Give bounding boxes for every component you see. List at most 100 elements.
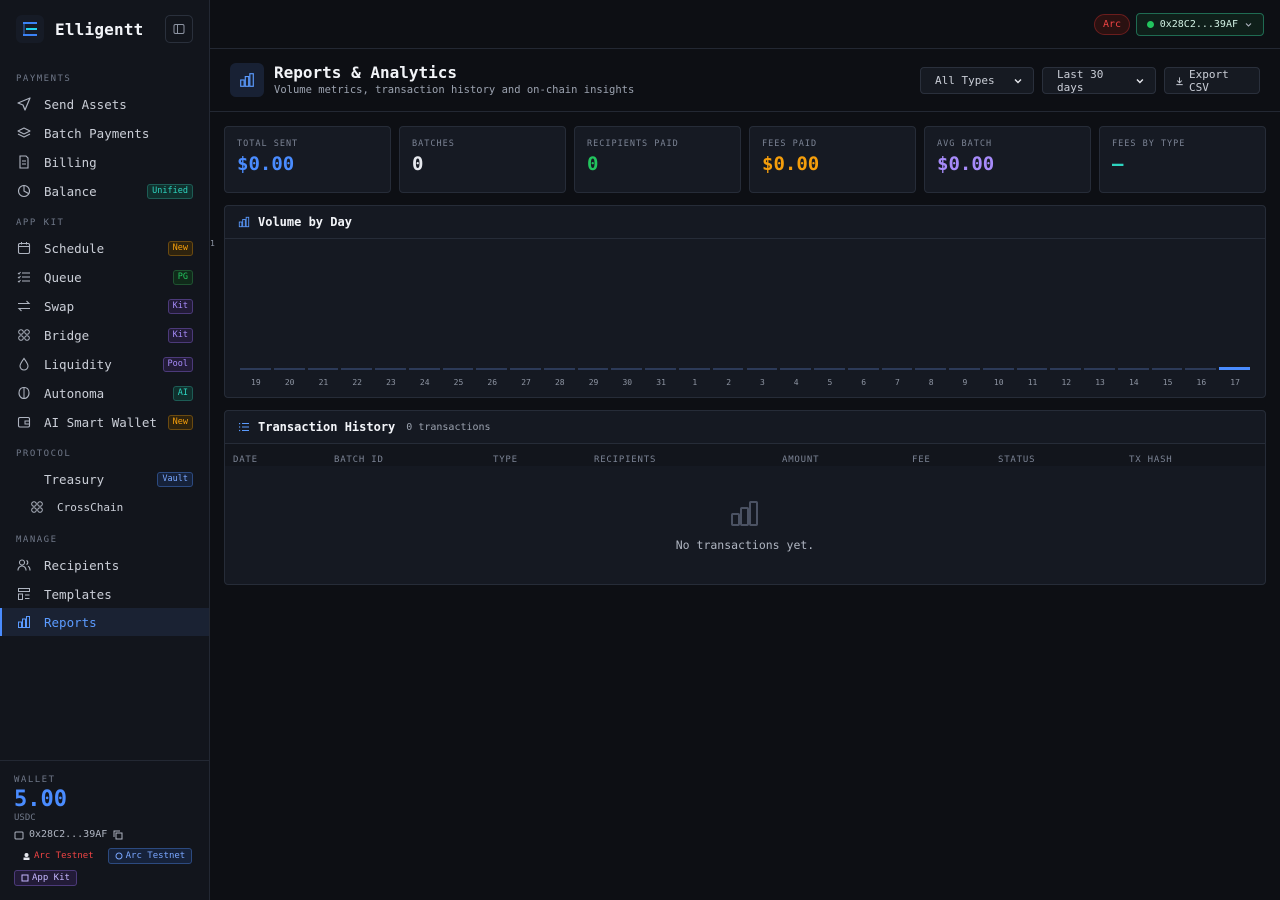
x-tick-label: 31 <box>656 378 666 387</box>
chart-bar[interactable] <box>1151 368 1183 370</box>
column-header[interactable]: BATCH ID <box>334 455 384 465</box>
copy-icon[interactable] <box>113 830 123 840</box>
chart-bar[interactable] <box>307 368 339 370</box>
chart-bar[interactable] <box>1016 368 1048 370</box>
chart-bar[interactable] <box>273 368 305 370</box>
stat-card-fees-by-type: FEES BY TYPE — <box>1099 126 1266 193</box>
chart-icon <box>17 615 31 629</box>
x-tick-label: 27 <box>521 378 531 387</box>
sidebar-item-schedule[interactable]: Schedule New <box>0 234 209 262</box>
sidebar-item-balance[interactable]: Balance Unified <box>0 177 209 205</box>
sidebar-item-label: Reports <box>44 614 97 630</box>
x-tick-label: 22 <box>352 378 362 387</box>
x-tick-label: 30 <box>622 378 633 387</box>
sidebar-item-swap[interactable]: Swap Kit <box>0 292 209 320</box>
history-count: 0 transactions <box>406 421 491 433</box>
chart-bar[interactable] <box>577 368 609 370</box>
column-header[interactable]: DATE <box>233 455 258 465</box>
sidebar-item-treasury[interactable]: Treasury Vault <box>0 465 209 493</box>
export-csv-button[interactable]: Export CSV <box>1164 67 1260 94</box>
x-tick-label: 19 <box>251 378 261 387</box>
chart-bar[interactable] <box>949 368 980 370</box>
badge-kit: Kit <box>167 327 193 343</box>
brand: Elligentt <box>0 0 209 58</box>
chart-bar[interactable] <box>847 368 879 370</box>
chart-bar[interactable] <box>510 368 541 370</box>
chart-bar[interactable] <box>1050 368 1082 370</box>
sidebar-item-crosschain[interactable]: CrossChain <box>30 497 123 517</box>
badge-ai: AI <box>172 385 193 401</box>
x-tick-label: 23 <box>386 378 396 387</box>
x-tick-label: 16 <box>1196 378 1207 387</box>
chart-bar[interactable] <box>408 368 440 370</box>
chart-bar[interactable] <box>341 368 373 370</box>
wallet-panel: WALLET 5.00 USDC 0x28C2...39AF Arc Testn… <box>0 760 209 900</box>
column-header[interactable]: TYPE <box>493 455 518 465</box>
chart-bar[interactable] <box>780 368 812 370</box>
stat-label: FEES PAID <box>762 139 818 149</box>
network-chip-arc: Arc Testnet <box>14 848 100 864</box>
chart-bar[interactable] <box>375 368 406 370</box>
column-header[interactable]: TX HASH <box>1129 455 1173 465</box>
sidebar-item-ai-smart-wallet[interactable]: AI Smart Wallet New <box>0 408 209 436</box>
chart-bar[interactable] <box>678 368 710 370</box>
chart-bar[interactable] <box>814 368 845 370</box>
badge-kit: Kit <box>167 298 193 314</box>
layers-icon <box>17 126 31 140</box>
sidebar-item-recipients[interactable]: Recipients <box>0 551 209 579</box>
sidebar-item-label: Recipients <box>44 557 120 573</box>
chart-bar[interactable] <box>645 368 676 370</box>
sidebar-item-bridge[interactable]: Bridge Kit <box>0 321 209 349</box>
badge-new: New <box>167 240 193 256</box>
sidebar-item-queue[interactable]: Queue PG <box>0 263 209 291</box>
network-pill[interactable]: Arc <box>1093 14 1130 35</box>
column-header[interactable]: STATUS <box>998 455 1035 465</box>
column-header[interactable]: RECIPIENTS <box>594 455 656 465</box>
list-icon <box>239 423 249 432</box>
chevron-down-icon <box>1245 23 1252 27</box>
chart-bar[interactable] <box>476 368 508 370</box>
stat-value: $0.00 <box>237 153 295 175</box>
chart-bar[interactable] <box>746 368 778 370</box>
sidebar-item-send-assets[interactable]: Send Assets <box>0 90 209 118</box>
range-filter-select[interactable]: Last 30 days <box>1042 67 1156 94</box>
chart-bar[interactable] <box>1185 368 1217 370</box>
chart-bar[interactable] <box>1084 368 1115 370</box>
stat-label: AVG BATCH <box>937 139 993 149</box>
collapse-sidebar-button[interactable] <box>165 15 193 43</box>
stat-label: BATCHES <box>412 139 455 149</box>
sidebar-item-batch-payments[interactable]: Batch Payments <box>0 119 209 147</box>
pie-icon <box>17 184 31 198</box>
x-tick-label: 5 <box>827 378 833 387</box>
sidebar-item-autonoma[interactable]: Autonoma AI <box>0 379 209 407</box>
badge-pool: Pool <box>162 356 193 372</box>
chart-bar[interactable] <box>442 368 474 370</box>
chart-bar[interactable] <box>543 368 575 370</box>
sidebar-item-liquidity[interactable]: Liquidity Pool <box>0 350 209 378</box>
chart-bar[interactable] <box>611 368 643 370</box>
volume-chart: 19 20 21 22 23 24 25 26 27 28 29 30 31 1 2 3 4 5 6 7 8 9 10 11 1… <box>225 239 1265 397</box>
column-header[interactable]: FEE <box>912 455 931 465</box>
send-icon <box>17 97 31 111</box>
wallet-address-pill[interactable]: 0x28C2...39AF <box>1135 13 1264 36</box>
chart-bar[interactable] <box>982 368 1014 370</box>
type-filter-select[interactable]: All Types <box>920 67 1034 94</box>
chart-bar[interactable] <box>1117 368 1149 370</box>
page-title: Reports & Analytics <box>274 63 458 82</box>
chart-bar[interactable] <box>1219 367 1250 370</box>
app-name: Elligentt <box>55 19 144 39</box>
x-tick-label: 13 <box>1095 378 1105 387</box>
sidebar-item-reports[interactable]: Reports <box>0 608 209 636</box>
sidebar-item-templates[interactable]: Templates <box>0 580 209 608</box>
calendar-icon <box>17 241 31 255</box>
chart-bar[interactable] <box>240 368 271 370</box>
chart-bar[interactable] <box>915 368 947 370</box>
section-protocol: PROTOCOL <box>16 449 72 459</box>
column-header[interactable]: AMOUNT <box>782 455 819 465</box>
chart-bar[interactable] <box>881 368 913 370</box>
sidebar-item-label: Billing <box>44 154 97 170</box>
chart-bar[interactable] <box>712 368 744 370</box>
sidebar-item-billing[interactable]: Billing <box>0 148 209 176</box>
empty-chart-icon <box>730 501 758 530</box>
section-payments: PAYMENTS <box>16 74 72 84</box>
